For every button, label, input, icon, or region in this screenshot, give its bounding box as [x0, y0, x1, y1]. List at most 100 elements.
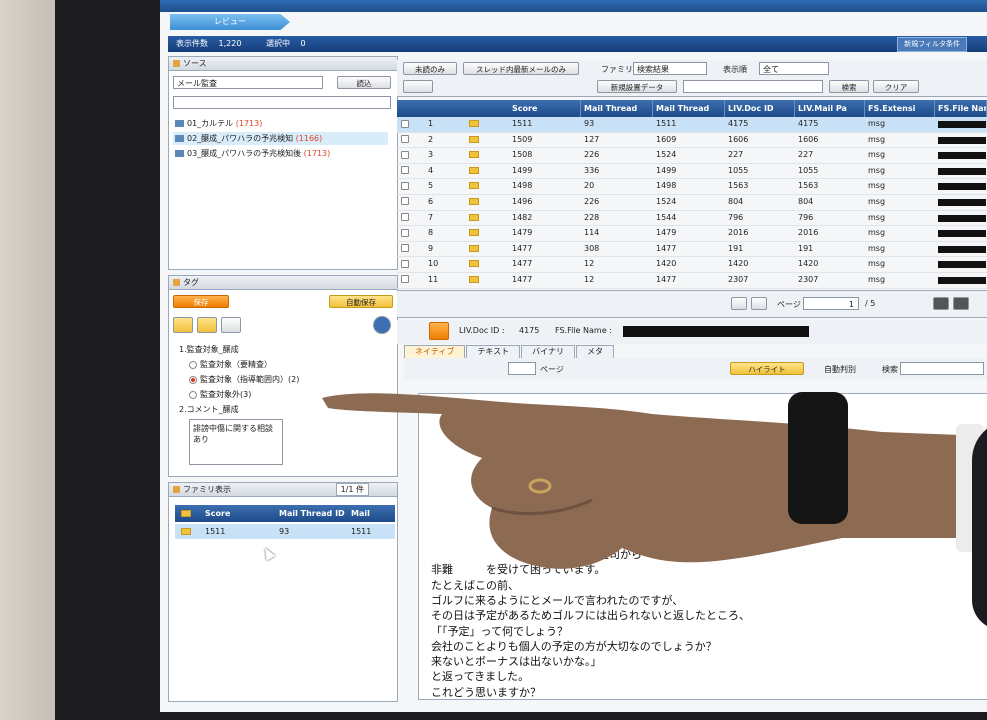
search-input[interactable] — [683, 80, 823, 93]
tag-option-1[interactable]: 監査対象（要精査） — [179, 357, 299, 372]
source-item-1[interactable]: 01_カルテル (1713) — [173, 117, 388, 130]
row-checkbox[interactable] — [401, 211, 412, 225]
latest-only-toggle[interactable]: スレッド内最新メールのみ — [463, 62, 579, 75]
row-checkbox[interactable] — [401, 257, 412, 271]
family-title-text: ファミリ表示 — [183, 485, 231, 494]
grid-header-cell[interactable]: Score — [509, 100, 581, 117]
grid-header-cell[interactable]: Mail Thread — [653, 100, 725, 117]
table-row[interactable]: 7 1482 228 1544 796 796 msg — [397, 211, 987, 227]
row-checkbox[interactable] — [401, 179, 412, 193]
row-checkbox[interactable] — [401, 242, 412, 256]
table-row[interactable]: 3 1508 226 1524 227 227 msg — [397, 148, 987, 164]
tag-option-3[interactable]: 監査対象外(3) — [179, 387, 299, 402]
grid-header-cell[interactable]: Mail Thread — [581, 100, 653, 117]
tab-meta[interactable]: メタ — [575, 345, 614, 359]
radio-icon[interactable] — [189, 390, 197, 399]
table-cell: 227 — [728, 150, 744, 160]
new-search-button[interactable]: 新規設置データ — [597, 80, 677, 93]
tab-binary[interactable]: バイナリ — [521, 345, 575, 359]
page-input[interactable]: 1 — [803, 297, 859, 310]
download-icon[interactable] — [429, 322, 449, 340]
family-cell: 1511 — [205, 527, 226, 536]
row-checkbox[interactable] — [401, 226, 412, 240]
load-button[interactable]: 読込 — [337, 76, 391, 89]
row-checkbox[interactable] — [401, 133, 412, 147]
grid-header-cell[interactable]: LIV.Doc ID — [725, 100, 795, 117]
tag-option-2[interactable]: 監査対象（指導範囲内）(2) — [179, 372, 299, 387]
viewer-page-input[interactable] — [508, 362, 536, 375]
row-checkbox[interactable] — [401, 117, 412, 131]
table-cell: msg — [868, 228, 886, 238]
count-bar: 表示件数 1,220 選択中 0 新規フィルタ条件 — [168, 36, 987, 52]
source-item-3[interactable]: 03_醸成_パワハラの予兆検知後 (1713) — [173, 147, 388, 160]
clock-icon[interactable] — [373, 316, 391, 334]
row-checkbox[interactable] — [401, 273, 412, 287]
file-name-label: FS.File Name : — [555, 326, 612, 335]
table-row[interactable]: 5 1498 20 1498 1563 1563 msg — [397, 179, 987, 195]
highlight-dropdown[interactable]: ハイライト — [730, 362, 804, 375]
table-cell: 11 — [428, 274, 439, 284]
table-row[interactable]: 10 1477 12 1420 1420 1420 msg — [397, 257, 987, 273]
document-line: 「「予定」って何でしょう？ — [431, 624, 568, 638]
radio-selected-icon[interactable] — [189, 375, 197, 384]
viewer-search-input[interactable] — [900, 362, 984, 375]
table-row[interactable]: 1 1511 93 1511 4175 4175 msg — [397, 117, 987, 133]
row-checkbox[interactable] — [401, 195, 412, 209]
family-cell: 93 — [279, 527, 290, 536]
table-row[interactable]: 2 1509 127 1609 1606 1606 msg — [397, 133, 987, 149]
clear-button[interactable]: クリア — [873, 80, 919, 93]
grid-header-cell[interactable]: FS.Extensi — [865, 100, 935, 117]
viewer-header: LIV.Doc ID : 4175 FS.File Name : — [397, 320, 987, 344]
tag-group-1: 1.監査対象_醸成 — [179, 345, 239, 354]
last-page-button[interactable] — [953, 297, 969, 310]
table-cell: msg — [868, 150, 886, 160]
auto-judge-checkbox[interactable]: 自動判別 — [824, 364, 856, 375]
grid-header-cell[interactable]: FS.File Nar — [935, 100, 987, 117]
table-cell: 1563 — [798, 181, 819, 191]
search-button[interactable]: 検索 — [829, 80, 869, 93]
source-filter-input[interactable] — [173, 96, 391, 109]
table-cell: 2307 — [728, 274, 749, 284]
table-row[interactable]: 9 1477 308 1477 191 191 msg — [397, 242, 987, 258]
document-line: ゴルフに来るようにとメールで言われたのですが、 — [431, 593, 684, 607]
autosave-button[interactable]: 自動保存 — [329, 295, 393, 308]
selected-count-label: 選択中 — [266, 39, 290, 48]
table-row[interactable]: 11 1477 12 1477 2307 2307 msg — [397, 273, 987, 289]
breadcrumb-review[interactable]: レビュー — [170, 14, 290, 30]
radio-icon[interactable] — [189, 360, 197, 369]
table-cell: 1477 — [656, 274, 677, 284]
next-page-button[interactable] — [933, 297, 949, 310]
menu-button[interactable] — [403, 80, 433, 93]
first-page-button[interactable] — [731, 297, 747, 310]
new-filter-button[interactable]: 新規フィルタ条件 — [897, 37, 967, 52]
row-checkbox[interactable] — [401, 164, 412, 178]
tag-tool-icon[interactable] — [197, 317, 217, 333]
undo-icon[interactable] — [221, 317, 241, 333]
tab-native[interactable]: ネイティブ — [404, 345, 466, 359]
monitor-screen: レビュー 表示件数 1,220 選択中 0 新規フィルタ条件 ソース メール監査… — [160, 0, 987, 712]
unread-only-toggle[interactable]: 未読のみ — [403, 62, 457, 75]
tag-tool-icon[interactable] — [173, 317, 193, 333]
grid-header-cell[interactable]: LIV.Mail Pa — [795, 100, 865, 117]
table-cell: 1477 — [512, 274, 533, 284]
table-row[interactable]: 8 1479 114 1479 2016 2016 msg — [397, 226, 987, 242]
display-format-dropdown[interactable]: 全て — [759, 62, 829, 75]
viewer-page-label: ページ — [540, 365, 564, 374]
table-row[interactable]: 6 1496 226 1524 804 804 msg — [397, 195, 987, 211]
prev-page-button[interactable] — [751, 297, 767, 310]
row-checkbox[interactable] — [401, 148, 412, 162]
table-row[interactable]: 4 1499 336 1499 1055 1055 msg — [397, 164, 987, 180]
source-dropdown[interactable]: メール監査 — [173, 76, 323, 89]
table-cell: msg — [868, 274, 886, 284]
source-item-2[interactable]: 02_醸成_パワハラの予兆検知 (1166) — [173, 132, 388, 145]
table-cell: 2016 — [728, 228, 749, 238]
table-cell: 1420 — [798, 259, 819, 269]
table-cell: 1055 — [728, 165, 749, 175]
table-cell: 4175 — [728, 119, 749, 128]
family-header-cell[interactable]: Score — [205, 505, 230, 522]
tab-text[interactable]: テキスト — [466, 345, 521, 359]
family-dropdown[interactable]: 検索結果 — [633, 62, 707, 75]
tag-save-button[interactable]: 保存 — [173, 295, 229, 308]
table-cell: 191 — [798, 243, 814, 253]
comment-textarea[interactable]: 誹謗中傷に関する相談あり — [189, 419, 283, 465]
